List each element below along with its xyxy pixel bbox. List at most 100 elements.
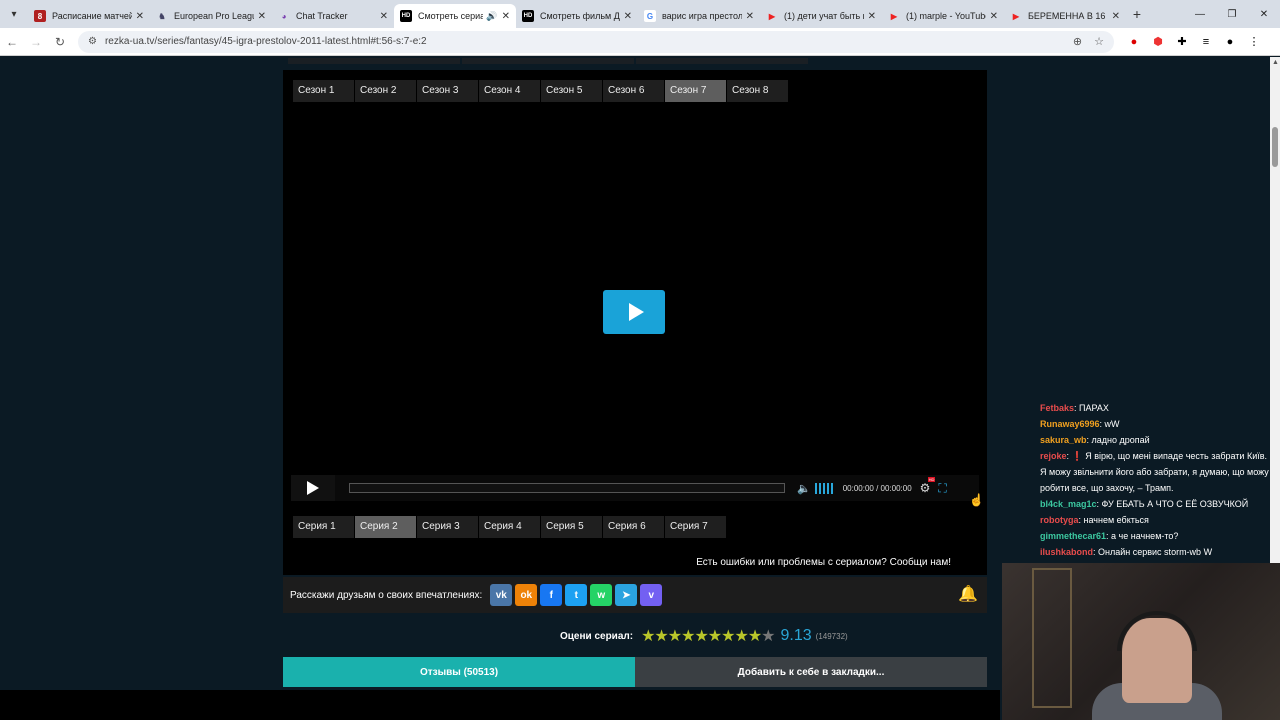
reading-list-icon[interactable]: ≡ [1194, 36, 1218, 48]
browser-tab[interactable]: 8 Расписание матчей ✕ [28, 4, 150, 28]
tab-favicon-icon: HD [400, 10, 412, 22]
maximize-button[interactable]: ❐ [1216, 9, 1248, 20]
tab-close-icon[interactable]: ✕ [746, 11, 754, 22]
video-player: Сезон 1 Сезон 2 Сезон 3 Сезон 4 Сезон 5 Сезон… [283, 70, 987, 575]
odnoklassniki-share-icon[interactable]: ok [515, 584, 538, 606]
reviews-button[interactable]: Отзывы (50513) [283, 657, 635, 687]
streamer-webcam [1002, 563, 1280, 720]
opera-extension-icon[interactable]: ● [1122, 36, 1146, 48]
browser-tab[interactable]: HD Смотреть сериал 🔊 ✕ [394, 4, 516, 28]
bell-icon[interactable]: 🔔 [957, 584, 979, 606]
telegram-share-icon[interactable]: ➤ [615, 584, 638, 606]
reload-button[interactable]: ↻ [48, 35, 72, 49]
browser-tab[interactable]: HD Смотреть фильм Дэ ✕ [516, 4, 638, 28]
star-icon[interactable]: ★ [748, 628, 762, 645]
back-button[interactable]: ← [0, 35, 24, 49]
facebook-share-icon[interactable]: f [540, 584, 563, 606]
star-icon[interactable]: ★ [641, 628, 655, 645]
season-tab-5[interactable]: Сезон 5 [541, 80, 603, 102]
star-icon[interactable]: ★ [708, 628, 722, 645]
star-icon[interactable]: ★ [668, 628, 682, 645]
episode-tab-6[interactable]: Серия 6 [603, 516, 665, 538]
progress-bar[interactable] [349, 483, 785, 493]
rating-stars[interactable]: ★★★★★★★★★★ [641, 626, 775, 646]
star-icon[interactable]: ★ [721, 628, 735, 645]
star-icon[interactable]: ★ [694, 628, 708, 645]
chat-nick: robotyga [1040, 515, 1079, 525]
episode-tab-3[interactable]: Серия 3 [417, 516, 479, 538]
twitter-share-icon[interactable]: t [565, 584, 588, 606]
episode-tab-4[interactable]: Серия 4 [479, 516, 541, 538]
star-icon[interactable]: ★ [681, 628, 695, 645]
chat-message: ilushkabond: Онлайн сервис storm-wb W [1040, 544, 1270, 560]
tab-close-icon[interactable]: ✕ [868, 11, 876, 22]
browser-tab[interactable]: ▶ (1) marple - YouTube ✕ [882, 4, 1004, 28]
play-button[interactable] [291, 475, 335, 501]
volume-icon[interactable]: 🔈 [797, 482, 811, 495]
extensions-area: ● ⬢ ✚ ≡ ● ⋮ [1122, 35, 1266, 49]
tab-close-icon[interactable]: ✕ [624, 11, 632, 22]
season-tab-3[interactable]: Сезон 3 [417, 80, 479, 102]
browser-tab[interactable]: ♞ European Pro League ✕ [150, 4, 272, 28]
star-icon[interactable]: ★ [761, 628, 775, 645]
tab-search-button[interactable]: ▾ [0, 0, 28, 28]
new-tab-button[interactable]: + [1126, 6, 1148, 22]
vk-share-icon[interactable]: vk [490, 584, 513, 606]
tab-favicon-icon: ◕ [281, 11, 287, 21]
tab-close-icon[interactable]: ✕ [136, 11, 144, 22]
tab-close-icon[interactable]: ✕ [990, 11, 998, 22]
rating-count: (149732) [815, 631, 848, 641]
browser-tab[interactable]: Gварис игра престол ✕ [638, 4, 760, 28]
star-icon[interactable]: ★ [654, 628, 668, 645]
bookmark-star-icon[interactable]: ☆ [1094, 35, 1104, 48]
play-icon [628, 303, 644, 321]
volume-slider[interactable] [814, 482, 833, 494]
episode-tab-2[interactable]: Серия 2 [355, 516, 417, 538]
profile-avatar[interactable]: ● [1218, 36, 1242, 48]
browser-tab[interactable]: ▶ (1) дети учат быть по ✕ [760, 4, 882, 28]
play-icon [307, 481, 319, 495]
settings-gear-icon[interactable]: ⚙ HD [920, 477, 936, 495]
minimize-button[interactable]: — [1184, 9, 1216, 20]
report-problem-link[interactable]: Есть ошибки или проблемы с сериалом? Соо… [696, 557, 951, 568]
menu-kebab-icon[interactable]: ⋮ [1242, 35, 1266, 48]
rating-score: 9.13 [780, 627, 812, 644]
season-tab-1[interactable]: Сезон 1 [293, 80, 355, 102]
season-tab-4[interactable]: Сезон 4 [479, 80, 541, 102]
tab-close-icon[interactable]: ✕ [380, 11, 388, 22]
close-window-button[interactable]: ✕ [1248, 9, 1280, 20]
scrollbar-thumb[interactable] [1272, 127, 1278, 167]
address-bar[interactable]: ⚙ rezka-ua.tv/series/fantasy/45-igra-pre… [78, 30, 1114, 53]
season-tab-8[interactable]: Сезон 8 [727, 80, 789, 102]
scroll-up-icon[interactable]: ▲ [1272, 59, 1279, 66]
adblock-extension-icon[interactable]: ⬢ [1146, 35, 1170, 48]
tab-title: Смотреть сериал [418, 11, 484, 21]
season-tab-6[interactable]: Сезон 6 [603, 80, 665, 102]
zoom-icon[interactable]: ⊕ [1073, 35, 1082, 48]
big-play-button[interactable] [603, 290, 665, 334]
tab-title: (1) дети учат быть по [784, 11, 864, 21]
browser-tab[interactable]: ◕ Chat Tracker ✕ [272, 4, 394, 28]
tab-close-icon[interactable]: ✕ [1112, 11, 1120, 22]
episode-tab-7[interactable]: Серия 7 [665, 516, 727, 538]
tab-close-icon[interactable]: ✕ [258, 11, 266, 22]
viber-share-icon[interactable]: v [640, 584, 663, 606]
season-selector: Сезон 1 Сезон 2 Сезон 3 Сезон 4 Сезон 5 Сезон… [293, 80, 789, 102]
tab-close-icon[interactable]: ✕ [502, 11, 510, 22]
episode-tab-1[interactable]: Серия 1 [293, 516, 355, 538]
add-bookmark-button[interactable]: Добавить к себе в закладки... [635, 657, 987, 687]
tab-title: Расписание матчей [52, 11, 132, 21]
fullscreen-icon[interactable]: ⛶ [938, 481, 946, 496]
site-info-icon[interactable]: ⚙ [88, 36, 97, 47]
forward-button[interactable]: → [24, 35, 48, 49]
chat-nick: Runaway6996 [1040, 419, 1100, 429]
extensions-puzzle-icon[interactable]: ✚ [1170, 35, 1194, 48]
season-tab-2[interactable]: Сезон 2 [355, 80, 417, 102]
star-icon[interactable]: ★ [734, 628, 748, 645]
tab-audio-icon[interactable]: 🔊 [486, 11, 497, 22]
season-tab-7[interactable]: Сезон 7 [665, 80, 727, 102]
chat-text: : ладно дропай [1086, 435, 1150, 445]
episode-tab-5[interactable]: Серия 5 [541, 516, 603, 538]
whatsapp-share-icon[interactable]: w [590, 584, 613, 606]
browser-tab[interactable]: ▶ БЕРЕМЕННА В 16 | В ✕ [1004, 4, 1126, 28]
